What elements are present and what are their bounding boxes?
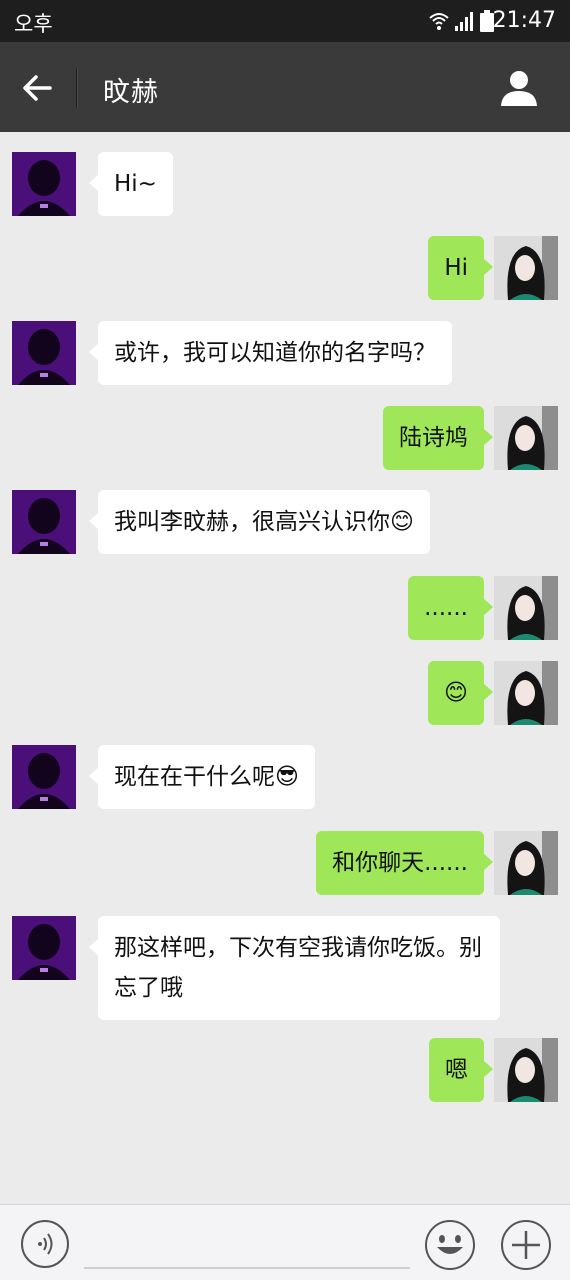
message-received: 现在在干什么呢😎: [89, 745, 315, 809]
message-input[interactable]: [84, 1267, 410, 1269]
user-avatar[interactable]: [494, 661, 558, 725]
status-time: 21:47: [492, 8, 556, 33]
status-bar: 오후 21:47: [0, 0, 570, 42]
wifi-icon: [429, 13, 449, 30]
message-sent: Hi: [428, 236, 493, 300]
message-sent: ......: [408, 576, 493, 640]
user-avatar[interactable]: [494, 236, 558, 300]
message-received: 那这样吧，下次有空我请你吃饭。别忘了哦: [89, 916, 500, 1020]
user-avatar[interactable]: [494, 831, 558, 895]
input-bar: [0, 1204, 570, 1280]
user-avatar[interactable]: [494, 576, 558, 640]
message-sent: 陆诗鸠: [383, 406, 493, 470]
message-received: Hi~: [89, 152, 173, 216]
contact-avatar[interactable]: [12, 916, 76, 980]
plus-icon[interactable]: [500, 1219, 552, 1271]
contact-avatar[interactable]: [12, 152, 76, 216]
user-avatar[interactable]: [494, 1038, 558, 1102]
message-received: 我叫李旼赫，很高兴认识你😊: [89, 490, 430, 554]
signal-icon: [455, 12, 473, 31]
chat-title: 旼赫: [103, 77, 159, 108]
contact-avatar[interactable]: [12, 490, 76, 554]
message-sent: 😊: [428, 661, 493, 725]
status-carrier: 오후: [14, 12, 53, 36]
message-sent: 嗯: [429, 1038, 493, 1102]
contact-avatar[interactable]: [12, 321, 76, 385]
chat-header: 旼赫: [0, 42, 570, 132]
person-icon[interactable]: [500, 70, 538, 106]
smiley-icon[interactable]: [424, 1219, 476, 1271]
header-divider: [76, 68, 77, 108]
user-avatar[interactable]: [494, 406, 558, 470]
arrow-left-icon[interactable]: [20, 70, 56, 106]
contact-avatar[interactable]: [12, 745, 76, 809]
chat-area[interactable]: Hi~ Hi 或许，我可以知道你的名字吗？ 陆诗鸠 我叫李旼赫，很高兴认识你😊 …: [0, 132, 570, 1204]
voice-icon[interactable]: [20, 1219, 70, 1269]
message-sent: 和你聊天......: [316, 831, 493, 895]
message-received: 或许，我可以知道你的名字吗？: [89, 321, 452, 385]
